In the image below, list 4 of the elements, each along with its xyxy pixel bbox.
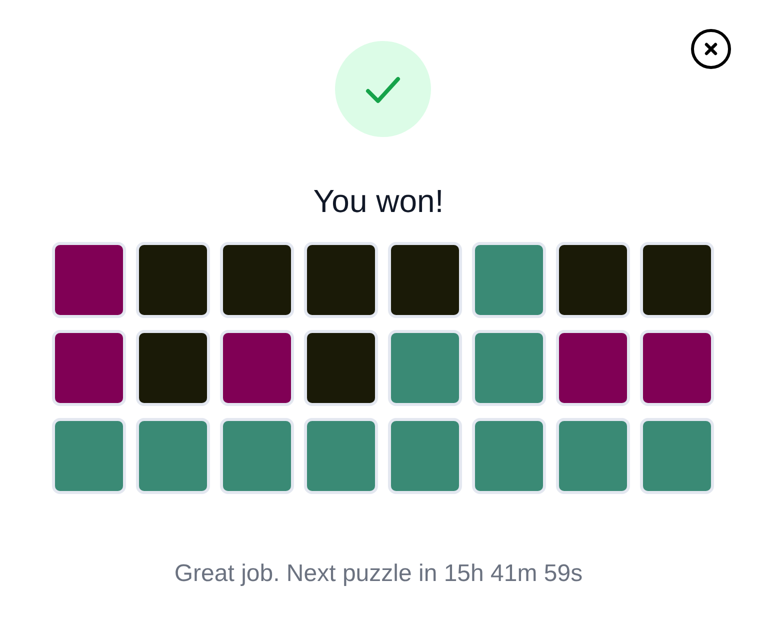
close-icon[interactable]	[691, 29, 731, 69]
next-puzzle-message: Great job. Next puzzle in 15h 41m 59s	[173, 560, 584, 588]
check-icon	[335, 41, 431, 137]
dialog-title: You won!	[312, 183, 445, 220]
